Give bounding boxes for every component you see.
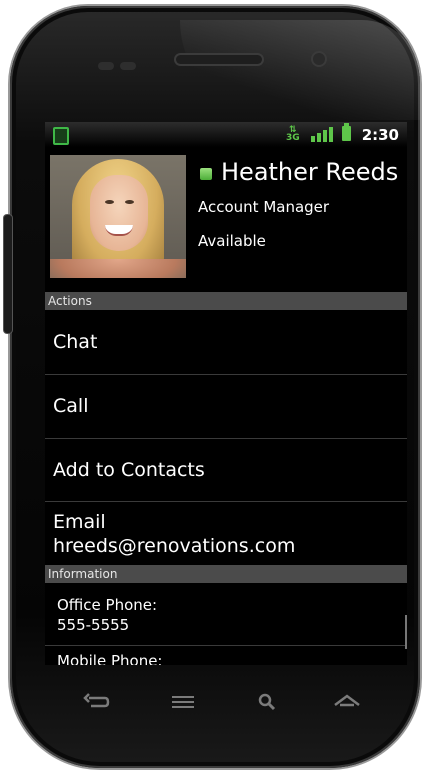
email-address: hreeds@renovations.com bbox=[53, 535, 296, 557]
screen: ⇅ 3G 2:30 Heather Reeds Account Manager A… bbox=[45, 122, 407, 665]
menu-button[interactable] bbox=[168, 692, 198, 716]
front-camera bbox=[313, 53, 325, 65]
volume-button bbox=[4, 215, 12, 333]
chat-action[interactable]: Chat bbox=[45, 312, 407, 372]
chat-action-label: Chat bbox=[53, 331, 98, 353]
divider bbox=[45, 645, 407, 646]
phone-gloss bbox=[180, 20, 420, 120]
office-phone-item[interactable]: Office Phone: 555-5555 bbox=[45, 595, 407, 635]
information-section-header: Information bbox=[45, 565, 407, 583]
3g-icon: ⇅ 3G bbox=[286, 125, 300, 143]
contact-job-title: Account Manager bbox=[198, 198, 330, 216]
office-phone-label: Office Phone: bbox=[57, 596, 158, 614]
home-button[interactable] bbox=[332, 692, 362, 716]
add-to-contacts-action[interactable]: Add to Contacts bbox=[45, 439, 407, 501]
email-action[interactable]: Email hreeds@renovations.com bbox=[45, 510, 407, 558]
mobile-phone-item[interactable]: Mobile Phone: bbox=[45, 651, 407, 665]
add-to-contacts-label: Add to Contacts bbox=[53, 459, 205, 481]
contact-avatar bbox=[50, 155, 186, 278]
call-action-label: Call bbox=[53, 395, 89, 417]
email-action-label: Email bbox=[53, 511, 106, 533]
proximity-sensors bbox=[98, 55, 142, 74]
search-button[interactable] bbox=[252, 692, 282, 716]
home-icon bbox=[334, 694, 360, 707]
app-notification-icon bbox=[53, 127, 69, 145]
status-bar: ⇅ 3G 2:30 bbox=[45, 122, 407, 147]
scrollbar[interactable] bbox=[405, 615, 407, 649]
battery-icon bbox=[342, 123, 351, 141]
status-clock: 2:30 bbox=[361, 126, 399, 144]
mobile-phone-label: Mobile Phone: bbox=[57, 652, 163, 665]
presence-status-icon bbox=[200, 168, 212, 180]
back-button[interactable] bbox=[82, 692, 112, 716]
menu-icon bbox=[172, 696, 194, 708]
divider bbox=[45, 501, 407, 502]
office-phone-value: 555-5555 bbox=[57, 616, 130, 634]
contact-name: Heather Reeds bbox=[221, 158, 399, 186]
signal-icon bbox=[311, 127, 333, 142]
call-action[interactable]: Call bbox=[45, 375, 407, 438]
back-icon bbox=[83, 693, 110, 708]
contact-presence-text: Available bbox=[198, 232, 266, 250]
earpiece-speaker bbox=[176, 55, 262, 64]
actions-section-header: Actions bbox=[45, 292, 407, 310]
search-icon bbox=[258, 693, 276, 711]
